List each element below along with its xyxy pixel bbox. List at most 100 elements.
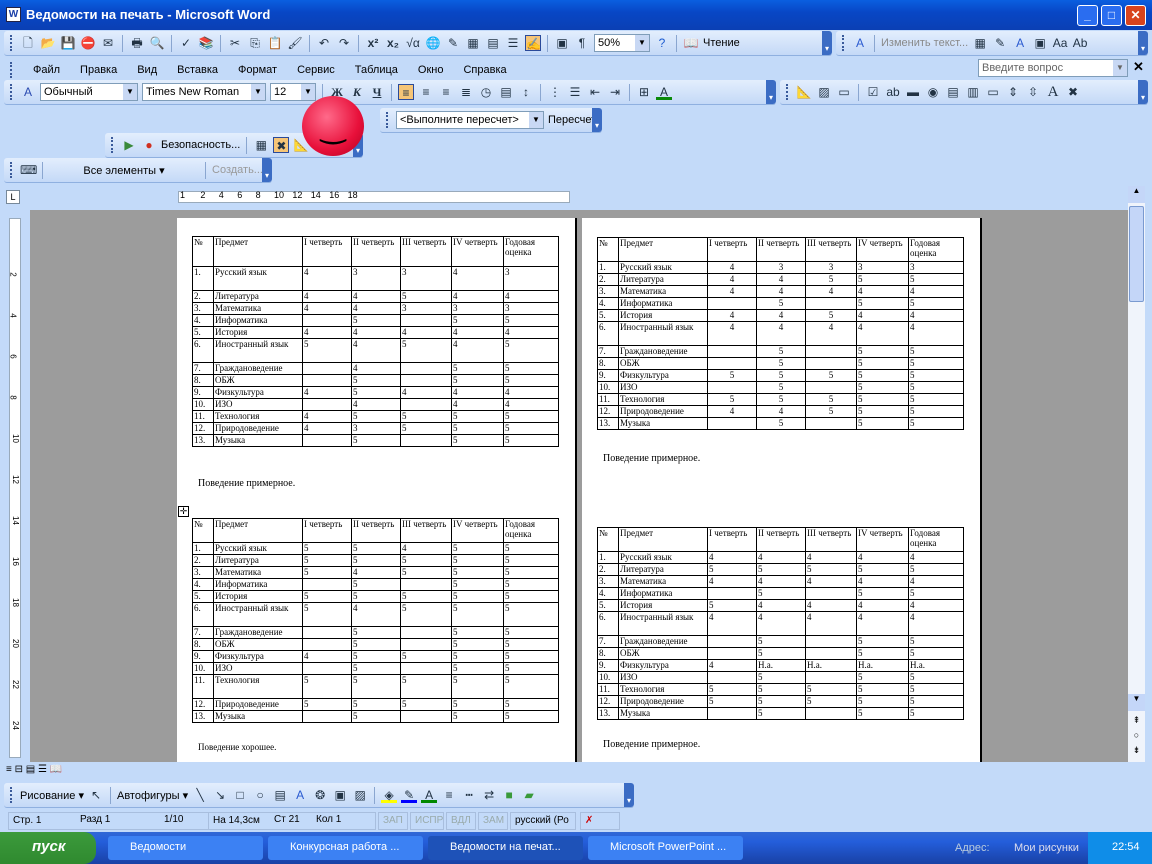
grade-cell[interactable]: 5 [400,554,452,567]
grade-cell[interactable]: 4 [707,611,757,636]
grade-cell[interactable] [302,638,352,651]
grade-cell[interactable]: 5 [351,698,401,711]
grade-cell[interactable]: 4 [302,410,352,423]
number-cell[interactable]: 2. [192,290,214,303]
toolbar-options[interactable]: ▾ [822,31,832,55]
grade-cell[interactable]: 5 [756,417,806,430]
recalc-button[interactable]: Пересчет [548,114,596,126]
same-height-icon[interactable]: Aa [1052,35,1068,51]
grade-cell[interactable]: 4 [707,309,757,322]
date-time-icon[interactable]: ◷ [478,84,494,100]
number-cell[interactable]: 10. [597,381,619,394]
grade-cell[interactable]: 4 [756,551,806,564]
distributed-icon[interactable]: ▤ [498,84,514,100]
grade-cell[interactable]: 3 [351,266,401,291]
grade-cell[interactable]: 5 [302,566,352,579]
subject-cell[interactable]: Граждановедение [618,345,708,358]
insert-table-icon[interactable]: ▦ [465,35,481,51]
number-cell[interactable]: 7. [597,635,619,648]
button-icon[interactable]: ▬ [905,84,921,100]
increase-indent-icon[interactable]: ⇥ [607,84,623,100]
subject-cell[interactable]: ИЗО [618,671,708,684]
create-button[interactable]: Создать... [212,164,263,176]
task-folder[interactable]: Ведомости [108,836,263,860]
grade-cell[interactable]: 5 [351,434,401,447]
grade-cell[interactable]: 5 [908,381,964,394]
wordart-gallery-icon[interactable]: ▦ [972,35,988,51]
font-color-drawing-icon[interactable]: A [421,787,438,803]
align-right-icon[interactable]: ≡ [438,84,454,100]
vb-editor-icon[interactable]: ▦ [253,137,269,153]
view-buttons[interactable]: ≡ ⊟ ▤ ☰ 📖 [0,762,1128,780]
line-icon[interactable]: ╲ [192,787,208,803]
grade-cell[interactable]: 5 [908,393,964,406]
menu-table[interactable]: Таблица [355,64,398,76]
grade-cell[interactable]: 4 [351,326,401,339]
grade-cell[interactable] [805,381,857,394]
grade-cell[interactable] [302,662,352,675]
grade-cell[interactable]: 5 [302,674,352,699]
grade-cell[interactable]: 5 [400,602,452,627]
grade-cell[interactable]: 5 [908,707,964,720]
grade-cell[interactable]: 4 [908,599,964,612]
grade-cell[interactable]: 5 [351,710,401,723]
menu-file[interactable]: Файл [33,64,60,76]
listbox-icon[interactable]: ▤ [945,84,961,100]
security-button[interactable]: Безопасность... [161,139,240,151]
grade-cell[interactable]: 4 [856,285,909,298]
task-powerpoint[interactable]: Microsoft PowerPoint ... [588,836,743,860]
font-color-icon[interactable]: A [656,84,672,100]
grade-cell[interactable]: 4 [302,302,352,315]
grade-cell[interactable]: 5 [856,345,909,358]
grade-cell[interactable]: 4 [451,386,504,399]
grade-cell[interactable]: 5 [856,587,909,600]
cut-icon[interactable]: ✂ [227,35,243,51]
grade-cell[interactable]: 4 [302,386,352,399]
subject-cell[interactable]: Музыка [618,417,708,430]
grade-cell[interactable]: 5 [302,554,352,567]
toggle-icon[interactable]: ▭ [985,84,1001,100]
grade-cell[interactable]: 5 [805,683,857,696]
grade-cell[interactable]: 5 [351,638,401,651]
grade-cell[interactable]: 5 [707,599,757,612]
subject-cell[interactable]: ОБЖ [618,647,708,660]
grade-cell[interactable] [302,710,352,723]
grade-cell[interactable]: 5 [908,671,964,684]
address-toolbar[interactable]: Мои рисунки [1014,842,1079,854]
grade-cell[interactable] [707,635,757,648]
grade-cell[interactable]: 5 [503,362,559,375]
grade-cell[interactable]: 5 [756,707,806,720]
columns-icon[interactable]: ☰ [505,35,521,51]
subject-cell[interactable]: Технология [213,410,303,423]
subject-cell[interactable]: Информатика [213,314,303,327]
number-cell[interactable]: 12. [192,422,214,435]
number-cell[interactable]: 3. [192,566,214,579]
hyperlink-icon[interactable]: 🌐 [425,35,441,51]
grade-cell[interactable] [805,345,857,358]
menu-view[interactable]: Вид [137,64,157,76]
menu-edit[interactable]: Правка [80,64,117,76]
shadow-icon[interactable]: ■ [501,787,517,803]
grade-cell[interactable]: 5 [908,647,964,660]
subject-cell[interactable]: Технология [618,393,708,406]
grade-cell[interactable]: 5 [756,381,806,394]
grade-cell[interactable] [805,671,857,684]
subject-cell[interactable]: Физкультура [618,659,708,672]
number-cell[interactable]: 6. [597,321,619,346]
number-cell[interactable]: 3. [597,575,619,588]
grade-cell[interactable]: 5 [756,683,806,696]
subject-cell[interactable]: История [618,599,708,612]
grade-cell[interactable]: 5 [805,695,857,708]
subject-cell[interactable]: ОБЖ [213,638,303,651]
grade-cell[interactable] [707,707,757,720]
subject-cell[interactable]: Иностранный язык [618,321,708,346]
scroll-up-button[interactable]: ▲ [1128,186,1145,203]
arrow-style-icon[interactable]: ⇄ [481,787,497,803]
grade-cell[interactable]: 5 [756,635,806,648]
number-cell[interactable]: 13. [597,417,619,430]
subject-cell[interactable]: Природоведение [213,422,303,435]
number-cell[interactable]: 5. [192,590,214,603]
number-cell[interactable]: 13. [192,710,214,723]
grade-cell[interactable] [302,626,352,639]
grade-cell[interactable]: 4 [908,611,964,636]
